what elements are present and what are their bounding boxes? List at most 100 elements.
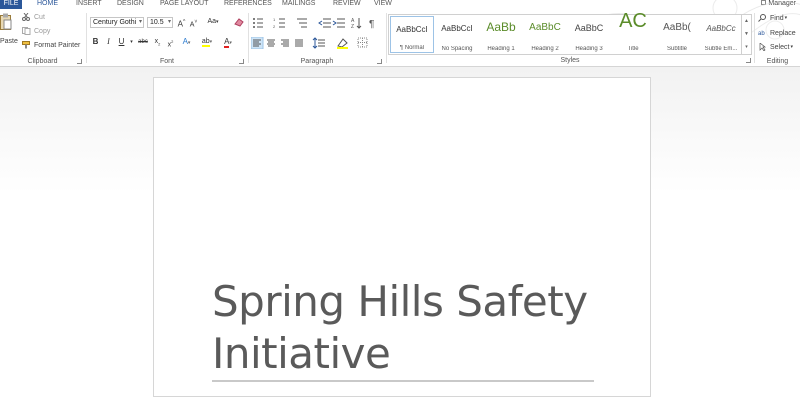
style-heading-1[interactable]: AaBb Heading 1 <box>479 16 523 53</box>
document-title[interactable]: Spring Hills Safety Initiative <box>212 276 632 380</box>
tab-review[interactable]: REVIEW <box>333 0 361 8</box>
sort-icon: AZ <box>351 18 362 29</box>
style-name: Subtitle <box>666 46 687 52</box>
style-sample: AaBbCcI <box>441 24 473 33</box>
font-color-button[interactable]: A▾ <box>220 37 236 48</box>
style-sample: AaBb <box>486 20 516 34</box>
paragraph-group-label: Paragraph <box>300 58 334 65</box>
shrink-font-button[interactable]: A˅ <box>188 17 199 28</box>
style-sample: AaBbC <box>574 23 604 33</box>
copy-icon <box>22 27 31 35</box>
tab-page-layout[interactable]: PAGE LAYOUT <box>160 0 208 8</box>
justify-icon <box>295 39 303 47</box>
bold-button[interactable]: B <box>90 37 101 48</box>
copy-button[interactable]: Copy <box>22 27 50 35</box>
title-underline-rule <box>212 380 594 382</box>
grow-font-button[interactable]: A^ <box>176 17 187 29</box>
styles-gallery-scroll[interactable]: ▲ ▼ ▾ <box>741 15 751 54</box>
clear-formatting-button[interactable] <box>233 17 244 28</box>
svg-text:2: 2 <box>273 24 276 29</box>
style-sample: AC <box>619 10 647 32</box>
clipboard-dialog-launcher[interactable] <box>77 59 82 64</box>
paragraph-row-2 <box>251 37 368 49</box>
replace-label: Replace <box>770 29 796 37</box>
tab-view[interactable]: VIEW <box>374 0 392 8</box>
chevron-down-icon[interactable]: ▼ <box>742 28 751 41</box>
copy-label: Copy <box>34 27 51 35</box>
tab-mailings[interactable]: MAILINGS <box>282 0 315 8</box>
highlight-label: ab <box>201 38 210 47</box>
style-heading-2[interactable]: AaBbC Heading 2 <box>523 16 567 53</box>
change-case-label: Aa <box>207 18 217 25</box>
style-sample: AaBb( <box>663 22 691 33</box>
style-name: Heading 1 <box>487 46 515 52</box>
shading-icon <box>337 38 348 49</box>
borders-icon <box>357 37 368 48</box>
style-name: Heading 3 <box>575 46 603 52</box>
svg-text:1: 1 <box>273 17 276 22</box>
font-dialog-launcher[interactable] <box>239 59 244 64</box>
multilevel-list-icon <box>297 18 307 28</box>
replace-button[interactable]: ab Replace <box>758 29 796 38</box>
ribbon-home: Paste Cut Copy Format Painter Clipboard … <box>0 0 800 67</box>
cut-button[interactable]: Cut <box>22 12 45 21</box>
cut-label: Cut <box>34 13 45 21</box>
more-styles-icon[interactable]: ▾ <box>742 41 751 54</box>
align-center-icon <box>267 39 275 47</box>
style-name: Heading 2 <box>531 46 559 52</box>
italic-button[interactable]: I <box>103 37 114 48</box>
decrease-indent-icon <box>318 18 331 28</box>
format-painter-button[interactable]: Format Painter <box>22 41 80 49</box>
style-subtle-emphasis[interactable]: AaBbCc Subtle Em... <box>699 16 743 53</box>
style-sample: AaBbCcI <box>396 25 428 34</box>
subscript-button[interactable]: x2 <box>152 37 163 48</box>
numbering-icon: 12 <box>273 17 285 29</box>
font-size-dropdown[interactable]: 10.5 ▾ <box>147 17 173 28</box>
paste-label: Paste <box>0 38 18 45</box>
tab-insert[interactable]: INSERT <box>76 0 102 8</box>
group-font: Century Gothi ▾ 10.5 ▾ A^ A˅ Aa▾ B I U ▾… <box>87 9 247 67</box>
change-case-button[interactable]: Aa▾ <box>205 17 221 28</box>
style-heading-3[interactable]: AaBbC Heading 3 <box>567 16 611 53</box>
clipboard-icon <box>0 13 12 30</box>
cursor-icon <box>758 42 767 52</box>
find-button[interactable]: Find ▾ <box>758 14 787 22</box>
style-name: No Spacing <box>441 46 473 52</box>
style-title[interactable]: AC Title <box>611 10 655 53</box>
increase-indent-icon <box>332 18 345 28</box>
chevron-up-icon[interactable]: ▲ <box>742 15 751 28</box>
tab-references[interactable]: REFERENCES <box>224 0 272 8</box>
select-button[interactable]: Select ▾ <box>758 42 793 52</box>
chevron-down-icon: ▾ <box>167 19 171 25</box>
font-size-value: 10.5 <box>150 19 164 26</box>
group-editing: Find ▾ ab Replace Select ▾ Editing <box>755 9 800 67</box>
font-group-label: Font <box>159 58 174 65</box>
line-spacing-icon <box>312 37 325 49</box>
styles-dialog-launcher[interactable] <box>746 58 751 63</box>
align-right-icon <box>281 39 289 47</box>
clipboard-group-label: Clipboard <box>27 58 58 65</box>
svg-text:Z: Z <box>351 24 354 29</box>
paste-button[interactable]: Paste <box>0 11 18 53</box>
paragraph-dialog-launcher[interactable] <box>377 59 382 64</box>
style-subtitle[interactable]: AaBb( Subtitle <box>655 16 699 53</box>
scissors-icon <box>22 12 31 21</box>
document-canvas[interactable]: Spring Hills Safety Initiative <box>0 67 800 397</box>
pilcrow-icon: ¶ <box>369 19 374 29</box>
bullets-icon <box>253 18 263 28</box>
replace-icon: ab <box>758 29 767 37</box>
tab-home[interactable]: HOME <box>37 0 58 8</box>
text-effects-button[interactable]: A▾ <box>181 37 192 48</box>
style-no-spacing[interactable]: AaBbCcI No Spacing <box>435 16 479 53</box>
strikethrough-button[interactable]: abc <box>136 37 150 48</box>
group-clipboard: Paste Cut Copy Format Painter Clipboard <box>0 9 85 67</box>
superscript-button[interactable]: x2 <box>165 37 176 48</box>
highlight-color-button[interactable]: ab▾ <box>199 37 215 48</box>
style-name: ¶ Normal <box>399 45 425 51</box>
styles-group-label: Styles <box>560 57 580 64</box>
tab-design[interactable]: DESIGN <box>117 0 144 8</box>
tab-file[interactable]: FILE <box>0 0 22 9</box>
style-normal[interactable]: AaBbCcI ¶ Normal <box>390 16 434 53</box>
document-page[interactable]: Spring Hills Safety Initiative <box>153 77 651 397</box>
font-family-dropdown[interactable]: Century Gothi ▾ <box>90 17 144 28</box>
